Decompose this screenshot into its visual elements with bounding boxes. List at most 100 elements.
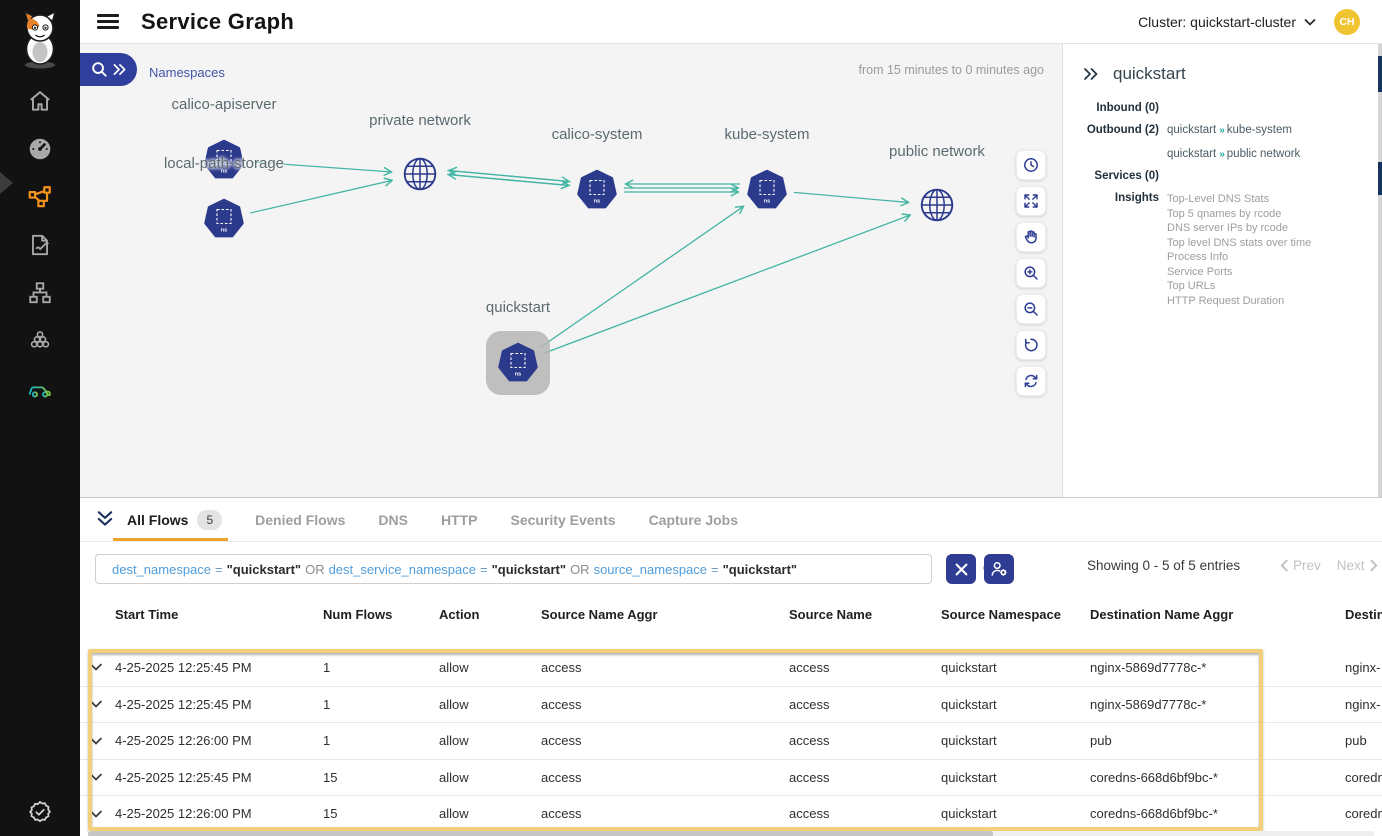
graph-node-local-path-storage[interactable]: local-path-storagens bbox=[204, 198, 244, 240]
flow-row[interactable]: 4-25-2025 12:25:45 PM1allowaccessaccessq… bbox=[80, 686, 1382, 723]
service-graph-canvas[interactable]: Namespaces from 15 minutes to 0 minutes … bbox=[80, 44, 1062, 497]
prev-page-button[interactable]: Prev bbox=[1280, 558, 1321, 573]
cluster-selector[interactable]: Cluster: quickstart-cluster bbox=[1138, 14, 1316, 30]
tab-all-flows[interactable]: All Flows5 bbox=[127, 510, 222, 530]
insight-link[interactable]: Process Info bbox=[1167, 250, 1311, 265]
insight-link[interactable]: Top level DNS stats over time bbox=[1167, 236, 1311, 251]
insight-link[interactable]: HTTP Request Duration bbox=[1167, 294, 1311, 309]
breadcrumb[interactable]: Namespaces bbox=[149, 65, 225, 80]
filter-token-field: dest_namespace bbox=[112, 562, 211, 577]
policy-document-icon bbox=[27, 232, 53, 258]
insight-link[interactable]: DNS server IPs by rcode bbox=[1167, 221, 1311, 236]
cell-dest_name: pub bbox=[1345, 733, 1382, 748]
graph-node-kube-system[interactable]: kube-systemns bbox=[747, 169, 787, 211]
svg-text:ns: ns bbox=[221, 228, 227, 234]
tab-capture-jobs[interactable]: Capture Jobs bbox=[649, 512, 738, 528]
namespace-icon: ns bbox=[747, 169, 787, 211]
certified-badge-check-icon bbox=[26, 799, 54, 827]
cell-action: allow bbox=[439, 806, 541, 821]
pan-hand-button[interactable] bbox=[1016, 222, 1046, 252]
row-expand-chevron-icon[interactable] bbox=[89, 737, 115, 745]
collapse-flows-icon[interactable] bbox=[96, 510, 114, 528]
cell-action: allow bbox=[439, 697, 541, 712]
sidebar-item-dashboard[interactable] bbox=[18, 134, 62, 164]
tab-dns[interactable]: DNS bbox=[378, 512, 408, 528]
search-icon bbox=[91, 61, 108, 78]
graph-node-quickstart[interactable]: quickstartns bbox=[498, 342, 538, 384]
home-icon bbox=[27, 88, 53, 114]
cell-source_name_aggr: access bbox=[541, 806, 789, 821]
chevron-down-icon bbox=[1304, 18, 1316, 26]
next-page-button[interactable]: Next bbox=[1337, 558, 1378, 573]
zoom-in-button[interactable] bbox=[1016, 258, 1046, 288]
cell-dest_name_aggr: nginx-5869d7778c-* bbox=[1090, 697, 1345, 712]
column-header[interactable]: Action bbox=[439, 607, 541, 623]
edge-kube-system-to-public-network bbox=[794, 192, 908, 202]
horizontal-scrollbar[interactable] bbox=[88, 831, 1374, 836]
hamburger-menu-icon[interactable] bbox=[97, 14, 119, 29]
column-header[interactable]: Source Name Aggr bbox=[541, 607, 789, 623]
avatar[interactable]: CH bbox=[1334, 9, 1360, 35]
graph-node-public-network[interactable]: public network bbox=[918, 186, 956, 224]
flow-row[interactable]: 4-25-2025 12:26:00 PM15allowaccessaccess… bbox=[80, 795, 1382, 832]
row-expand-chevron-icon[interactable] bbox=[89, 700, 115, 708]
clear-filter-button[interactable] bbox=[946, 554, 976, 584]
filter-token-value: "quickstart" bbox=[227, 562, 301, 577]
cell-source_name: access bbox=[789, 660, 941, 675]
flow-row[interactable]: 4-25-2025 12:25:45 PM1allowaccessaccessq… bbox=[80, 649, 1382, 686]
cell-source_name_aggr: access bbox=[541, 660, 789, 675]
tab-denied-flows[interactable]: Denied Flows bbox=[255, 512, 345, 528]
right-scrollbar[interactable] bbox=[1378, 44, 1382, 497]
sidebar-item-car[interactable] bbox=[18, 374, 62, 404]
cell-dest_name_aggr: coredns-668d6bf9bc-* bbox=[1090, 770, 1345, 785]
insight-link[interactable]: Top 5 qnames by rcode bbox=[1167, 207, 1311, 222]
insight-link[interactable]: Top-Level DNS Stats bbox=[1167, 192, 1311, 207]
row-expand-chevron-icon[interactable] bbox=[89, 773, 115, 781]
calico-cat-logo-icon[interactable] bbox=[14, 8, 66, 70]
sidebar-item-policies[interactable] bbox=[18, 230, 62, 260]
outbound-entry[interactable]: quickstart»public network bbox=[1167, 148, 1300, 160]
sidebar-item-compliance[interactable] bbox=[18, 798, 62, 828]
sidebar-item-service-graph[interactable] bbox=[18, 182, 62, 212]
row-expand-chevron-icon[interactable] bbox=[89, 663, 115, 671]
insight-link[interactable]: Service Ports bbox=[1167, 265, 1311, 280]
column-header[interactable]: Start Time bbox=[115, 607, 323, 623]
sidebar-item-home[interactable] bbox=[18, 86, 62, 116]
undo-button[interactable] bbox=[1016, 330, 1046, 360]
column-header[interactable]: Source Namespace bbox=[941, 607, 1090, 623]
services-label: Services (0) bbox=[1081, 170, 1159, 182]
column-header[interactable]: Destination Name Aggr bbox=[1090, 607, 1345, 623]
cell-dest_name_aggr: nginx-5869d7778c-* bbox=[1090, 660, 1345, 675]
tab-security-events[interactable]: Security Events bbox=[511, 512, 616, 528]
flow-row[interactable]: 4-25-2025 12:26:00 PM1allowaccessaccessq… bbox=[80, 722, 1382, 759]
graph-node-calico-system[interactable]: calico-systemns bbox=[577, 169, 617, 211]
fit-screen-button[interactable] bbox=[1016, 186, 1046, 216]
edit-columns-button[interactable] bbox=[984, 554, 1014, 584]
refresh-button[interactable] bbox=[1016, 366, 1046, 396]
cell-action: allow bbox=[439, 733, 541, 748]
column-header[interactable]: Source Name bbox=[789, 607, 941, 623]
column-header[interactable]: Num Flows bbox=[323, 607, 439, 623]
node-label: calico-system bbox=[552, 126, 643, 143]
fit-screen-icon bbox=[1022, 192, 1040, 210]
zoom-out-icon bbox=[1022, 300, 1040, 318]
clock-button[interactable] bbox=[1016, 150, 1046, 180]
column-header[interactable]: Destination Name bbox=[1345, 607, 1382, 623]
graph-search-pill[interactable] bbox=[80, 53, 137, 86]
filter-token-keyword: OR bbox=[305, 562, 325, 577]
tab-http[interactable]: HTTP bbox=[441, 512, 478, 528]
filter-query-input[interactable]: dest_namespace="quickstart"ORdest_servic… bbox=[95, 554, 932, 584]
row-expand-chevron-icon[interactable] bbox=[89, 810, 115, 818]
graph-node-private-network[interactable]: private network bbox=[401, 155, 439, 193]
sidebar-item-network[interactable] bbox=[18, 278, 62, 308]
flow-row[interactable]: 4-25-2025 12:25:45 PM15allowaccessaccess… bbox=[80, 759, 1382, 796]
namespace-icon: ns bbox=[577, 169, 617, 211]
insights-list: Top-Level DNS StatsTop 5 qnames by rcode… bbox=[1167, 192, 1311, 308]
collapse-panel-icon[interactable] bbox=[1083, 67, 1099, 81]
zoom-out-button[interactable] bbox=[1016, 294, 1046, 324]
sidebar-item-workloads[interactable] bbox=[18, 326, 62, 356]
insight-link[interactable]: Top URLs bbox=[1167, 279, 1311, 294]
outbound-entry[interactable]: quickstart»kube-system bbox=[1167, 124, 1292, 136]
cell-start_time: 4-25-2025 12:25:45 PM bbox=[115, 660, 323, 675]
cell-source_name_aggr: access bbox=[541, 733, 789, 748]
